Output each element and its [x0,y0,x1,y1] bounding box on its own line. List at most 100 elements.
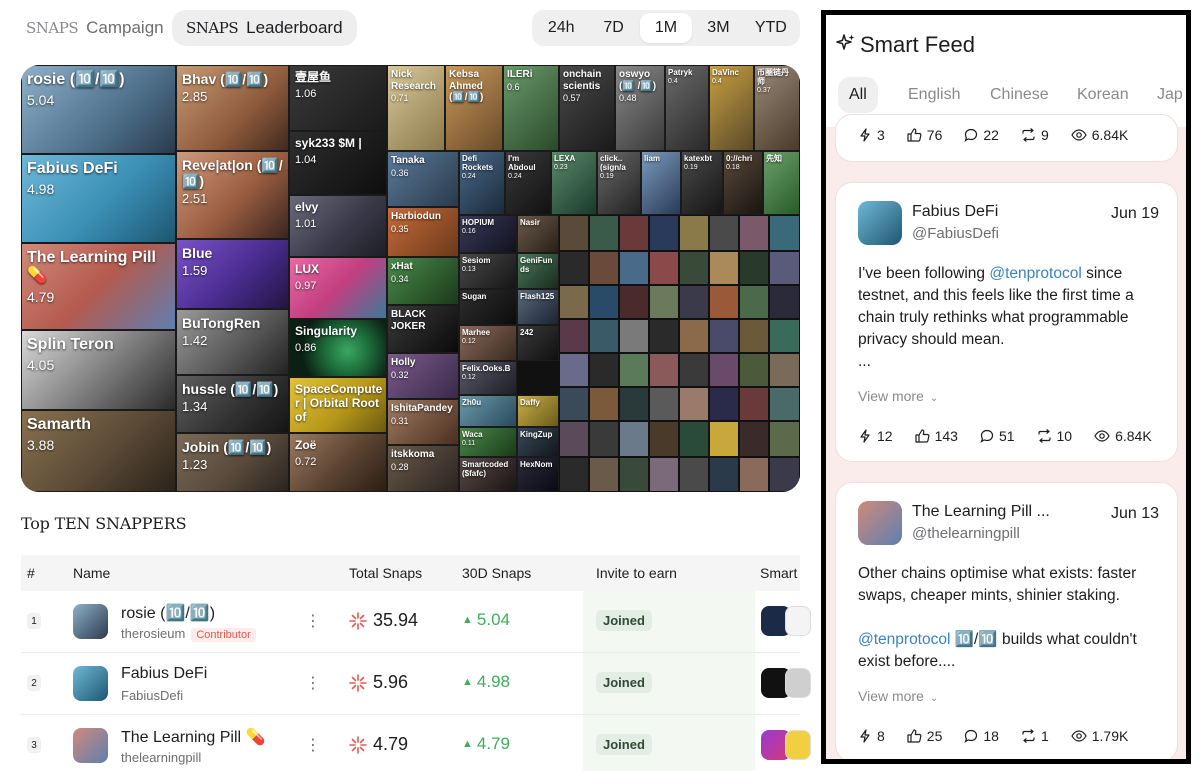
treemap-tile[interactable] [619,319,649,353]
treemap-cell[interactable]: KingZup [517,427,559,457]
treemap-tile[interactable] [769,353,800,387]
treemap-tile[interactable] [619,421,649,457]
treemap-cell[interactable]: Sesiom 0.13 [459,253,517,289]
treemap-tile[interactable] [739,285,769,319]
treemap-cell[interactable]: katexbt 0.19 [681,151,723,215]
treemap-cell[interactable]: onchain scientis 0.57 [559,65,615,151]
treemap-cell[interactable]: Zh0u [459,395,517,427]
treemap-cell[interactable]: BuTongRen 1.42 [176,309,289,375]
row-name[interactable]: The Learning Pill 💊 [121,727,265,747]
view-more-button[interactable]: View more ⌄ [858,388,938,404]
reposts[interactable]: 9 [1021,127,1049,143]
more-options-icon[interactable]: ⋮ [305,673,321,693]
header-total-snaps[interactable]: Total Snaps [349,565,422,581]
treemap-cell[interactable]: Nasir [517,215,559,253]
treemap-tile[interactable] [739,421,769,457]
treemap-tile[interactable] [559,285,589,319]
treemap-cell[interactable]: Kebsa Ahmed (🔟/🔟) [445,65,503,151]
row-name[interactable]: rosie (🔟/🔟) [121,603,215,623]
treemap-tile[interactable] [649,319,679,353]
treemap-tile[interactable] [619,457,649,492]
treemap-tile[interactable] [559,319,589,353]
treemap-cell[interactable]: itskkoma 0.28 [387,445,459,492]
treemap-cell[interactable]: xHat 0.34 [387,257,459,305]
treemap-tile[interactable] [739,457,769,492]
treemap-tile[interactable] [589,285,619,319]
treemap-tile[interactable] [679,387,709,421]
treemap-tile[interactable] [709,215,739,251]
avatar[interactable] [73,666,108,701]
header-name[interactable]: Name [73,565,110,581]
treemap-tile[interactable] [589,251,619,285]
post-author[interactable]: The Learning Pill ... [912,503,1050,521]
feed-card[interactable]: The Learning Pill ... @thelearningpill J… [836,483,1177,759]
treemap-cell[interactable]: elvy 1.01 [289,195,387,257]
treemap-cell[interactable]: GeniFunds [517,253,559,289]
avatar[interactable] [73,604,108,639]
treemap-cell[interactable]: LUX 0.97 [289,257,387,319]
treemap-cell[interactable]: Splin Teron 4.05 [21,330,176,410]
treemap-cell[interactable]: liam [641,151,681,215]
treemap-cell[interactable]: LEXA 0.23 [551,151,597,215]
replies[interactable]: 18 [964,728,999,744]
treemap-tile[interactable] [559,251,589,285]
treemap-cell[interactable]: BLACK JOKER [387,305,459,353]
post-handle[interactable]: @FabiusDefi [912,225,999,242]
period-1m[interactable]: 1M [639,13,693,43]
treemap-cell[interactable]: IshitaPandey 0.31 [387,399,459,445]
period-7d[interactable]: 7D [587,13,639,43]
filter-all[interactable]: All [838,77,878,113]
treemap-tile[interactable] [619,387,649,421]
treemap-cell[interactable]: Marhee 0.12 [459,325,517,361]
treemap-cell[interactable]: Nick Research 0.71 [387,65,445,151]
treemap-tile[interactable] [709,387,739,421]
treemap-cell[interactable]: Harbiodun 0.35 [387,207,459,257]
treemap-tile[interactable] [769,421,800,457]
treemap-tile[interactable] [559,457,589,492]
reposts[interactable]: 1 [1021,728,1049,744]
replies[interactable]: 51 [980,428,1015,444]
treemap-cell[interactable]: I'm Abdoul 0.24 [505,151,551,215]
post-author[interactable]: Fabius DeFi [912,203,998,221]
treemap-cell[interactable]: ILERi 0.6 [503,65,559,151]
treemap-cell[interactable]: 0://chri 0.18 [723,151,763,215]
treemap-cell[interactable]: oswyo (🔟 /🔟) 0.48 [615,65,665,151]
smart-engagement[interactable]: 12 [858,428,893,444]
treemap-cell[interactable]: Samarth 3.88 [21,410,176,492]
treemap-cell[interactable]: Flash125 [517,289,559,325]
treemap-cell[interactable]: Felix.Ooks.B 0.12 [459,361,517,395]
treemap-tile[interactable] [709,319,739,353]
likes[interactable]: 76 [907,127,942,143]
treemap-tile[interactable] [649,457,679,492]
view-more-button[interactable]: View more ⌄ [858,688,938,704]
treemap-cell[interactable]: hussle (🔟/🔟) 1.34 [176,375,289,433]
likes[interactable]: 143 [914,428,958,444]
treemap-cell[interactable]: rosie (🔟/🔟) 5.04 [21,65,176,154]
treemap-tile[interactable] [679,319,709,353]
treemap-cell[interactable]: Waca 0.11 [459,427,517,457]
treemap-tile[interactable] [769,319,800,353]
treemap-cell[interactable]: Defi Rockets 0.24 [459,151,505,215]
treemap-cell[interactable]: HOPIUM 0.16 [459,215,517,253]
mention-link[interactable]: @tenprotocol [858,631,950,648]
filter-korean[interactable]: Korean [1066,77,1140,113]
treemap-tile[interactable] [619,215,649,251]
filter-english[interactable]: English [897,77,971,113]
smart-follower-avatar[interactable] [785,606,811,636]
table-row[interactable]: 1 rosie (🔟/🔟) therosieum Contributor ⋮ 35… [21,591,811,653]
post-handle[interactable]: @thelearningpill [912,525,1020,542]
treemap-cell[interactable]: Fabius DeFi 4.98 [21,154,176,243]
treemap-cell[interactable]: Reve|at|on (🔟/🔟) 2.51 [176,151,289,239]
treemap-tile[interactable] [649,421,679,457]
smart-follower-avatar[interactable] [785,730,811,760]
treemap-tile[interactable] [559,387,589,421]
treemap-tile[interactable] [709,421,739,457]
smart-engagement[interactable]: 3 [858,127,885,143]
treemap-tile[interactable] [769,285,800,319]
treemap-tile[interactable] [649,215,679,251]
treemap-tile[interactable] [559,421,589,457]
filter-japanese[interactable]: Jap [1146,77,1186,113]
smart-follower-avatar[interactable] [785,668,811,698]
treemap-tile[interactable] [589,319,619,353]
treemap-cell[interactable]: Zoë 0.72 [289,433,387,492]
